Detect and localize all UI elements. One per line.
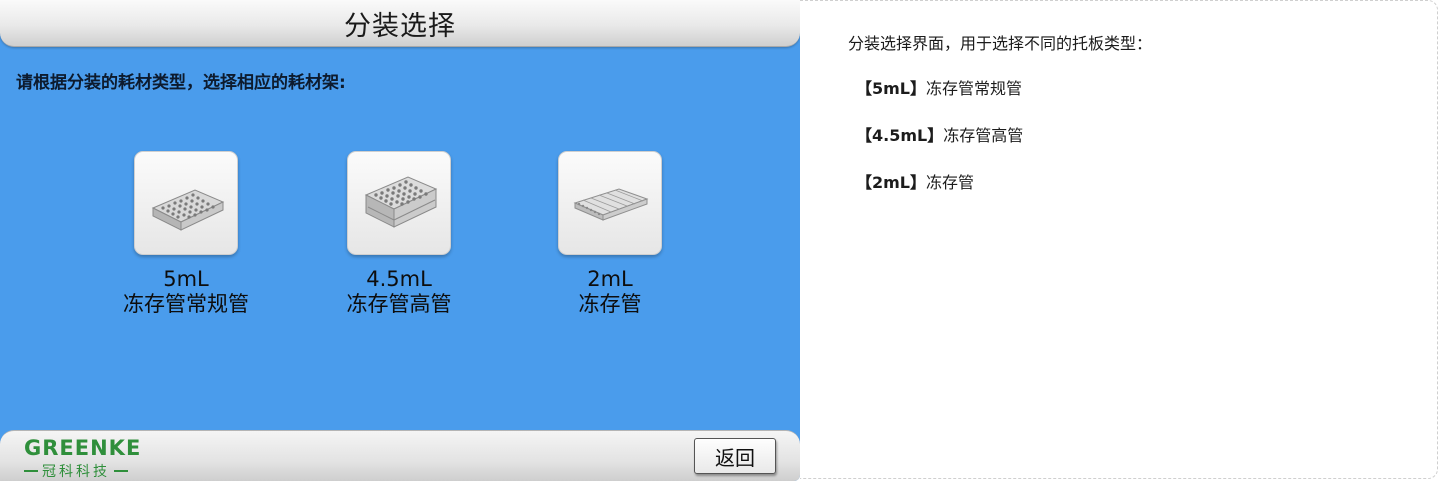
option-2ml-name: 冻存管 bbox=[578, 292, 642, 316]
option-2ml-volume: 2mL bbox=[587, 267, 633, 291]
option-4-5ml-name: 冻存管高管 bbox=[346, 292, 452, 316]
description-intro: 分装选择界面，用于选择不同的托板类型： bbox=[848, 34, 1153, 53]
description-item-5ml-tag: 【5mL】 bbox=[856, 79, 927, 98]
logo-chinese: 冠科科技 bbox=[42, 464, 110, 480]
logo-rule-right bbox=[114, 470, 128, 472]
option-4-5ml[interactable]: 4.5mL 冻存管高管 bbox=[319, 151, 479, 317]
option-2ml[interactable]: 2mL 冻存管 bbox=[530, 151, 690, 317]
option-5ml-button[interactable] bbox=[134, 151, 238, 255]
option-5ml-name: 冻存管常规管 bbox=[123, 292, 249, 316]
description-item-4-5ml: 【4.5mL】冻存管高管 bbox=[856, 122, 1023, 146]
tube-rack-regular-icon bbox=[151, 189, 225, 231]
page-title: 分装选择 bbox=[344, 10, 456, 42]
description-item-2ml-text: 冻存管 bbox=[926, 173, 975, 192]
option-4-5ml-volume: 4.5mL bbox=[366, 267, 432, 291]
instruction-text: 请根据分装的耗材类型，选择相应的耗材架: bbox=[16, 73, 346, 93]
logo-word: GREENKE bbox=[24, 436, 142, 460]
description-item-4-5ml-text: 冻存管高管 bbox=[943, 126, 1024, 145]
option-2ml-button[interactable] bbox=[558, 151, 662, 255]
description-item-4-5ml-tag: 【4.5mL】 bbox=[856, 126, 944, 145]
bottom-bar: GREENKE 冠科科技 返回 bbox=[0, 430, 800, 481]
option-5ml-volume: 5mL bbox=[163, 267, 209, 291]
greenke-logo: GREENKE 冠科科技 bbox=[24, 436, 174, 481]
tube-rack-shallow-icon bbox=[573, 188, 649, 221]
description-item-2ml-tag: 【2mL】 bbox=[856, 173, 927, 192]
title-bar: 分装选择 bbox=[0, 0, 800, 47]
description-item-5ml: 【5mL】冻存管常规管 bbox=[856, 75, 1022, 99]
back-button[interactable]: 返回 bbox=[694, 438, 776, 474]
description-item-2ml: 【2mL】冻存管 bbox=[856, 169, 974, 193]
device-screen: 分装选择 请根据分装的耗材类型，选择相应的耗材架: 5mL 冻存管常规管 4.5… bbox=[0, 0, 800, 481]
logo-rule-left bbox=[24, 470, 38, 472]
option-5ml[interactable]: 5mL 冻存管常规管 bbox=[106, 151, 266, 317]
description-item-5ml-text: 冻存管常规管 bbox=[926, 79, 1023, 98]
option-4-5ml-button[interactable] bbox=[347, 151, 451, 255]
description-panel: 分装选择界面，用于选择不同的托板类型： 【5mL】冻存管常规管 【4.5mL】冻… bbox=[800, 0, 1438, 479]
logo-subline: 冠科科技 bbox=[24, 461, 174, 481]
tube-rack-tall-icon bbox=[364, 176, 438, 228]
